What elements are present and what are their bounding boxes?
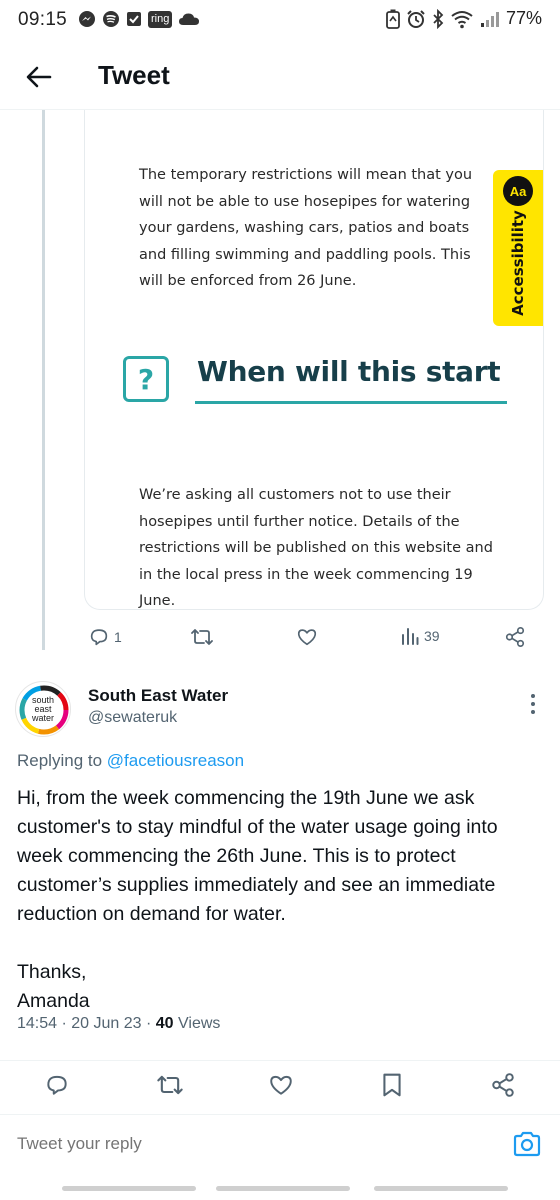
retweet-icon — [191, 629, 213, 645]
heading-underline — [195, 401, 507, 404]
bluetooth-icon — [432, 8, 444, 29]
share-button[interactable] — [490, 1072, 516, 1098]
bookmark-button[interactable] — [380, 1072, 404, 1098]
accessibility-label: Accessibility — [509, 210, 527, 316]
retweet-icon — [157, 1075, 183, 1095]
status-time: 09:15 — [18, 9, 68, 30]
share-icon — [505, 627, 525, 647]
divider — [0, 1114, 560, 1115]
alarm-icon — [406, 9, 426, 29]
tweet-views-label: Views — [178, 1015, 221, 1032]
cloud-icon — [178, 11, 200, 27]
media-paragraph-1: The temporary restrictions will mean tha… — [139, 167, 473, 289]
retweet-button[interactable] — [190, 626, 214, 648]
user-handle[interactable]: @sewateruk — [88, 709, 177, 727]
camera-icon — [513, 1131, 541, 1157]
heart-icon — [297, 629, 317, 646]
avatar[interactable]: south east water — [15, 681, 71, 737]
views-count: 39 — [424, 628, 440, 644]
more-options-icon[interactable] — [526, 692, 540, 716]
reply-icon — [47, 1075, 67, 1095]
avatar-label: south east water — [31, 694, 55, 723]
arrow-left-icon — [26, 66, 52, 88]
reply-input[interactable] — [17, 1134, 497, 1154]
bar-chart-icon — [402, 628, 419, 645]
header: Tweet — [0, 44, 560, 110]
page-title: Tweet — [98, 60, 170, 90]
tweet-date[interactable]: 20 Jun 23 — [71, 1015, 141, 1032]
status-bar: 09:15 ring 77% — [0, 0, 560, 44]
media-paragraph-2: We’re asking all customers not to use th… — [139, 487, 493, 609]
question-mark-icon: ? — [123, 356, 169, 402]
share-button[interactable] — [504, 626, 526, 648]
heart-icon — [270, 1075, 292, 1095]
battery-percentage: 77% — [505, 8, 542, 28]
camera-button[interactable] — [512, 1130, 542, 1160]
tweet-text: Hi, from the week commencing the 19th Ju… — [17, 787, 498, 1012]
nav-gesture-right[interactable] — [374, 1186, 508, 1191]
bookmark-icon — [383, 1073, 401, 1097]
signal-icon — [480, 10, 500, 28]
replying-to-link[interactable]: @facetiousreason — [107, 751, 244, 770]
nav-gesture-home[interactable] — [216, 1186, 350, 1191]
divider — [0, 1060, 560, 1061]
tweet-time[interactable]: 14:54 — [17, 1015, 57, 1032]
reply-icon — [90, 629, 108, 646]
reply-button[interactable]: 1 — [88, 626, 122, 648]
ring-icon: ring — [148, 10, 173, 28]
back-button[interactable] — [22, 60, 56, 94]
wifi-icon — [450, 9, 474, 29]
reply-count: 1 — [114, 629, 122, 645]
media-section-heading: When will this start — [197, 355, 501, 388]
accessibility-tab: Aa Accessibility — [493, 170, 543, 326]
like-button[interactable] — [296, 626, 318, 648]
like-button[interactable] — [268, 1072, 294, 1098]
checkbox-icon — [126, 11, 142, 27]
tweet-media-image[interactable]: The temporary restrictions will mean tha… — [84, 110, 544, 610]
battery-saver-icon — [386, 9, 400, 29]
reply-button[interactable] — [44, 1072, 70, 1098]
thread-line — [42, 110, 45, 650]
spotify-icon — [102, 10, 120, 28]
status-left-icons: ring — [78, 10, 200, 28]
share-icon — [492, 1073, 514, 1097]
messenger-icon — [78, 10, 96, 28]
views-button[interactable]: 39 — [400, 626, 440, 646]
tweet-meta: 14:54 · 20 Jun 23 · 40 Views — [17, 1015, 221, 1032]
display-name[interactable]: South East Water — [88, 686, 228, 706]
status-right-icons: 77% — [386, 8, 542, 29]
tweet-views-count: 40 — [155, 1015, 174, 1032]
nav-gesture-left[interactable] — [62, 1186, 196, 1191]
replying-prefix: Replying to — [17, 751, 103, 770]
replying-to: Replying to @facetiousreason — [17, 751, 244, 771]
retweet-button[interactable] — [156, 1072, 184, 1098]
